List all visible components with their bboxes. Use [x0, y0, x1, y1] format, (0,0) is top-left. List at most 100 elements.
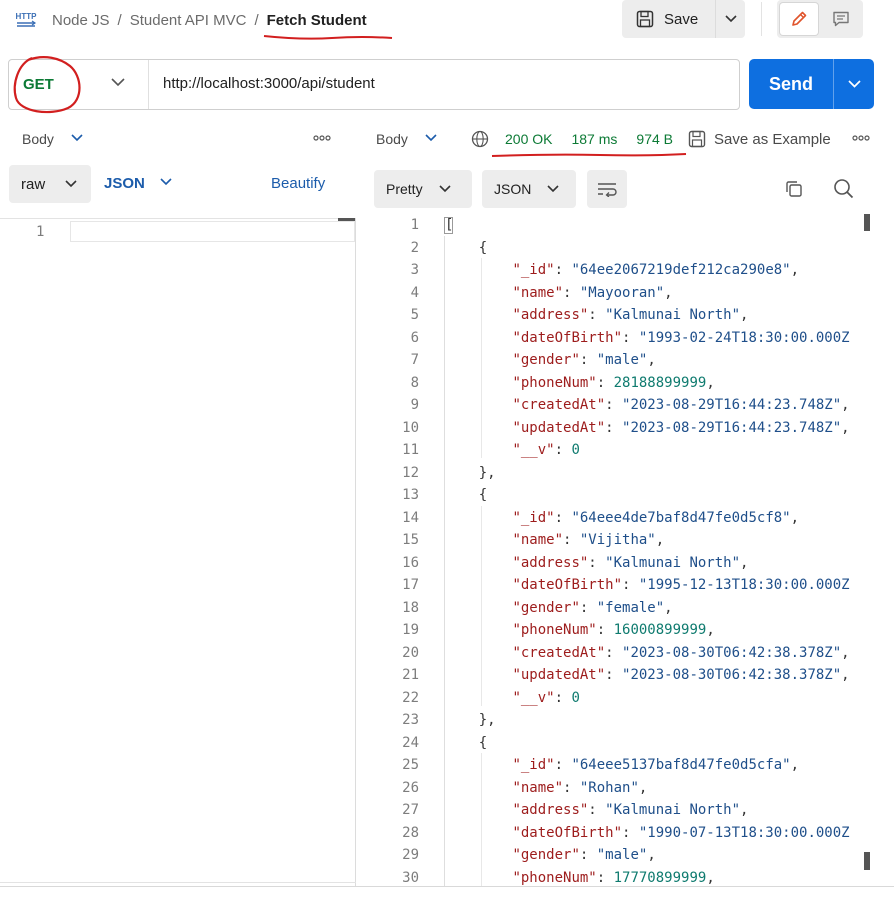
json-key: "_id": [512, 262, 555, 279]
save-as-example-button[interactable]: Save as Example: [688, 130, 831, 148]
json-punctuation: [445, 667, 512, 683]
line-number: 10: [402, 419, 419, 436]
json-punctuation: ,: [664, 284, 673, 301]
json-punctuation: [445, 870, 512, 886]
response-format-select[interactable]: JSON: [482, 170, 576, 208]
response-scrollbar-bottom[interactable]: [864, 852, 870, 870]
code-text: "name": "Vijitha",: [445, 532, 664, 548]
json-string: "Kalmunai North": [605, 554, 741, 571]
globe-icon[interactable]: [471, 130, 489, 148]
url-input[interactable]: http://localhost:3000/api/student: [163, 75, 375, 92]
json-punctuation: [445, 532, 512, 548]
comment-icon: [833, 11, 849, 27]
json-punctuation: },: [445, 464, 496, 481]
copy-icon[interactable]: [784, 179, 804, 199]
json-string: "female": [596, 599, 665, 616]
json-punctuation: :: [596, 622, 614, 639]
json-string: "2023-08-29T16:44:23.748Z": [622, 419, 842, 436]
json-punctuation: [445, 397, 512, 413]
json-punctuation: :: [554, 509, 572, 526]
request-title[interactable]: Fetch Student: [267, 12, 367, 29]
json-punctuation: [445, 420, 512, 436]
response-time[interactable]: 187 ms: [571, 131, 617, 147]
save-label: Save: [664, 10, 699, 28]
code-line: 25 "_id": "64eee5137baf8d47fe0d5cfa",: [380, 754, 799, 777]
line-number: 1: [36, 224, 45, 240]
line-number: 3: [410, 262, 419, 279]
chevron-down-icon[interactable]: [71, 134, 83, 142]
edit-mode-button[interactable]: [780, 3, 818, 35]
line-number: 23: [402, 712, 419, 729]
chevron-down-icon: [65, 180, 77, 188]
response-body-viewer[interactable]: 1[2 {3 "_id": "64ee2067219def212ca290e8"…: [380, 214, 874, 886]
line-number: 18: [402, 599, 419, 616]
wrap-lines-button[interactable]: [587, 170, 627, 208]
code-line: 2 {: [380, 237, 488, 260]
chevron-down-icon[interactable]: [111, 78, 125, 87]
request-body-editor[interactable]: [70, 221, 355, 242]
json-punctuation: [445, 330, 512, 346]
body-format-select[interactable]: JSON: [104, 175, 145, 192]
code-text: "__v": 0: [445, 442, 579, 459]
json-punctuation: :: [554, 689, 572, 706]
json-punctuation: ,: [790, 262, 800, 279]
send-options-button[interactable]: [834, 59, 874, 109]
breadcrumb-folder[interactable]: Student API MVC: [130, 12, 247, 29]
json-punctuation: :: [605, 419, 623, 436]
json-string: "Kalmunai North": [605, 802, 741, 819]
response-body-tab[interactable]: Body: [376, 131, 408, 147]
line-number: 30: [402, 869, 419, 886]
body-type-select[interactable]: raw: [9, 165, 91, 203]
breadcrumb: Node JS / Student API MVC / Fetch Studen…: [52, 10, 367, 30]
code-line: 21 "updatedAt": "2023-08-30T06:42:38.378…: [380, 664, 849, 687]
comments-button[interactable]: [822, 3, 860, 35]
json-punctuation: [: [445, 217, 454, 234]
code-text: "address": "Kalmunai North",: [445, 802, 748, 818]
request-body-tab[interactable]: Body: [22, 131, 54, 147]
line-number: 14: [402, 509, 419, 526]
status-code[interactable]: 200 OK: [505, 131, 552, 147]
json-punctuation: :: [588, 307, 606, 324]
pane-divider[interactable]: [355, 218, 356, 886]
more-options-icon[interactable]: [313, 135, 331, 141]
line-number: 24: [402, 734, 419, 751]
response-scrollbar-top[interactable]: [864, 214, 870, 231]
code-text: "gender": "male",: [445, 352, 656, 369]
save-options-button[interactable]: [716, 0, 745, 38]
beautify-button[interactable]: Beautify: [271, 175, 325, 192]
json-punctuation: ,: [790, 757, 800, 774]
search-icon[interactable]: [833, 178, 854, 199]
breadcrumb-collection[interactable]: Node JS: [52, 12, 110, 29]
line-number: 9: [410, 397, 419, 414]
chevron-down-icon[interactable]: [425, 134, 437, 142]
json-punctuation: ,: [790, 509, 800, 526]
json-punctuation: [445, 555, 512, 571]
code-text: "_id": "64eee5137baf8d47fe0d5cfa",: [445, 757, 799, 773]
response-size[interactable]: 974 B: [636, 131, 673, 147]
body-type-label: raw: [21, 175, 46, 193]
code-text: "__v": 0: [445, 689, 579, 706]
line-number: 20: [402, 644, 419, 661]
send-button[interactable]: Send: [749, 59, 833, 109]
chevron-down-icon[interactable]: [160, 178, 172, 186]
json-punctuation: [445, 690, 512, 706]
more-options-icon[interactable]: [852, 135, 870, 141]
code-text: "phoneNum": 28188899999,: [445, 375, 714, 391]
line-number: 5: [410, 307, 419, 324]
code-text: },: [445, 465, 496, 481]
json-number: 16000899999: [613, 622, 707, 639]
save-button[interactable]: Save: [622, 0, 715, 38]
json-key: "__v": [512, 442, 555, 459]
json-punctuation: ,: [740, 307, 749, 324]
mode-switcher: [777, 0, 863, 38]
line-number: 19: [402, 622, 419, 639]
json-string: "64eee5137baf8d47fe0d5cfa": [571, 757, 791, 774]
response-meta: 200 OK 187 ms 974 B: [505, 131, 673, 147]
code-line: 6 "dateOfBirth": "1993-02-24T18:30:00.00…: [380, 327, 850, 350]
json-punctuation: :: [605, 667, 623, 684]
code-text: {: [445, 487, 487, 503]
json-punctuation: [445, 780, 512, 796]
view-mode-select[interactable]: Pretty: [374, 170, 472, 208]
json-punctuation: ,: [647, 352, 656, 369]
json-punctuation: ,: [638, 779, 648, 796]
